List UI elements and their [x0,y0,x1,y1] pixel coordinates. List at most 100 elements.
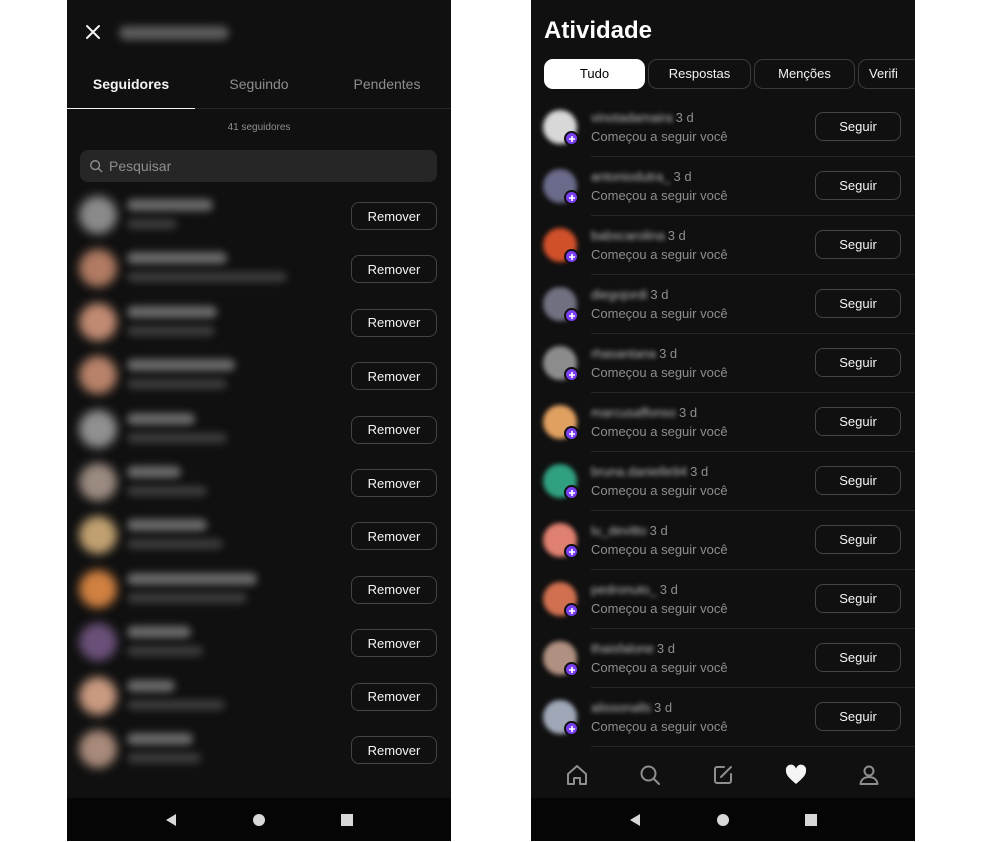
follow-button[interactable]: Seguir [815,289,901,318]
avatar[interactable] [543,110,579,146]
avatar[interactable] [79,249,117,288]
avatar[interactable] [543,287,579,323]
avatar[interactable] [543,523,579,559]
avatar[interactable] [543,405,579,441]
chip-all[interactable]: Tudo [544,59,645,89]
follow-button[interactable]: Seguir [815,584,901,613]
follow-button[interactable]: Seguir [815,525,901,554]
remove-button[interactable]: Remover [351,255,437,284]
close-icon[interactable] [83,22,103,42]
back-icon[interactable] [625,810,645,830]
chip-mentions[interactable]: Menções [754,59,855,89]
profile-tab-icon[interactable] [857,763,881,787]
remove-button[interactable]: Remover [351,362,437,391]
activity-username[interactable]: antoniodutra_ [591,169,671,184]
remove-button[interactable]: Remover [351,682,437,711]
recents-icon[interactable] [801,810,821,830]
follower-name-blurred [127,199,213,211]
activity-username[interactable]: rhasantana [591,346,656,361]
chip-verified[interactable]: Verifi [858,59,915,89]
home-icon[interactable] [249,810,269,830]
remove-button[interactable]: Remover [351,202,437,230]
tab-following[interactable]: Seguindo [195,62,323,108]
activity-item: bruna.danielle94 3 d Começou a seguir você… [531,452,915,511]
remove-button[interactable]: Remover [351,575,437,604]
avatar[interactable] [79,623,117,662]
activity-username[interactable]: alissonalls [591,700,651,715]
activity-time: 3 d [659,346,678,361]
follower-name-blurred [127,733,193,745]
follow-button[interactable]: Seguir [815,407,901,436]
activity-item: babscarolina 3 d Começou a seguir você Segu… [531,216,915,275]
follow-button[interactable]: Seguir [815,112,901,141]
remove-button[interactable]: Remover [351,629,437,658]
avatar[interactable] [79,569,117,608]
compose-tab-icon[interactable] [711,763,735,787]
follow-button[interactable]: Seguir [815,643,901,672]
remove-button[interactable]: Remover [351,415,437,444]
follower-subtitle-blurred [127,592,247,603]
remove-button[interactable]: Remover [351,308,437,337]
follower-row: Remover [67,349,451,402]
activity-time: 3 d [675,110,694,125]
tab-pending[interactable]: Pendentes [323,62,451,108]
follow-button[interactable]: Seguir [815,230,901,259]
activity-username[interactable]: pedronuto_ [591,582,657,597]
tab-followers[interactable]: Seguidores [67,62,195,109]
activity-username[interactable]: lu_devitto [591,523,647,538]
avatar[interactable] [79,409,117,448]
activity-username[interactable]: vinotadamaira [591,110,673,125]
remove-button[interactable]: Remover [351,736,437,764]
recents-icon[interactable] [337,810,357,830]
activity-title: alissonalls 3 d [591,700,672,715]
avatar[interactable] [543,641,579,677]
activity-username[interactable]: babscarolina [591,228,665,243]
back-icon[interactable] [161,810,181,830]
avatar[interactable] [79,356,117,395]
follower-row: Remover [67,670,451,723]
activity-username[interactable]: marcusaffonso [591,405,676,420]
home-icon[interactable] [713,810,733,830]
avatar[interactable] [543,346,579,382]
heart-tab-icon[interactable] [784,763,808,787]
page-title: Atividade [544,17,653,44]
avatar[interactable] [79,463,117,501]
search-tab-icon[interactable] [638,763,662,787]
follow-badge-icon [564,544,579,559]
avatar[interactable] [79,196,117,234]
avatar[interactable] [543,700,579,736]
follow-button[interactable]: Seguir [815,171,901,200]
search-input[interactable] [109,158,409,174]
activity-username[interactable]: bruna.danielle94 [591,464,687,479]
follower-subtitle-blurred [127,379,227,390]
follower-subtitle-blurred [127,646,203,657]
avatar[interactable] [543,169,579,205]
avatar[interactable] [79,676,117,715]
avatar[interactable] [543,582,579,618]
activity-time: 3 d [649,523,668,538]
avatar[interactable] [79,302,117,341]
remove-button[interactable]: Remover [351,469,437,497]
avatar[interactable] [543,228,579,264]
follow-button[interactable]: Seguir [815,702,901,731]
follow-button[interactable]: Seguir [815,466,901,495]
remove-button[interactable]: Remover [351,522,437,551]
activity-description: Começou a seguir você [591,424,728,439]
follow-badge-icon [564,603,579,618]
follow-button[interactable]: Seguir [815,348,901,377]
avatar[interactable] [79,516,117,555]
follower-row: Remover [67,296,451,349]
follower-subtitle-blurred [127,753,201,763]
activity-username[interactable]: diegojordi [591,287,647,302]
activity-username[interactable]: thaisfalone [591,641,654,656]
avatar[interactable] [543,464,579,500]
activity-time: 3 d [653,700,673,715]
home-tab-icon[interactable] [565,763,589,787]
follower-name-blurred [127,572,257,585]
chip-replies[interactable]: Respostas [648,59,751,89]
follow-badge-icon [564,190,579,205]
search-bar[interactable] [80,150,437,182]
activity-time: 3 d [679,405,698,420]
follower-row: Remover [67,456,451,509]
avatar[interactable] [79,730,117,768]
